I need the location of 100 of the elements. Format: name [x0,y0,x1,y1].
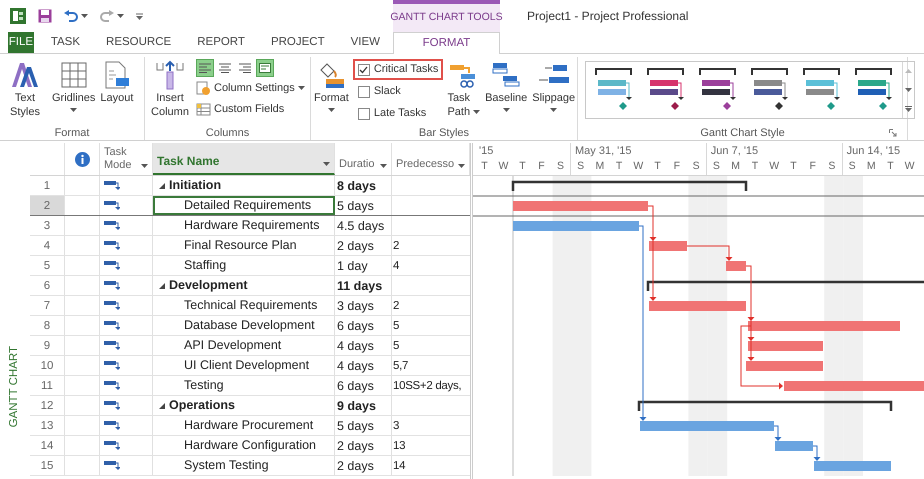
row-number[interactable]: 1 [30,176,65,195]
ribbon-button[interactable]: Layout [99,57,134,119]
gantt-style-swatch[interactable] [699,67,737,113]
ribbon-tab[interactable]: FILE [8,32,34,53]
day-label: M [866,159,877,174]
gantt-style-swatch[interactable] [803,67,841,113]
summary-bar[interactable] [638,400,892,411]
day-label: M [594,159,606,174]
column-header[interactable]: Task Name [153,143,335,175]
task-name-cell[interactable]: Operations [153,396,335,415]
task-mode-icon [104,200,120,211]
day-label: T [518,159,527,174]
task-name-cell[interactable]: Development [153,276,335,295]
ribbon-button[interactable]: Task Path [446,57,482,124]
customize-toolbar-icon[interactable] [136,12,143,20]
task-mode-icon [104,440,120,451]
duration-cell: 2 days [335,436,392,455]
column-header[interactable]: Predecesso [392,143,470,175]
task-name-cell[interactable]: Staffing [153,256,335,275]
align-button[interactable] [196,59,214,77]
ribbon-button[interactable]: Gridlines [51,57,96,119]
summary-bar[interactable] [646,280,924,291]
gantt-style-swatch[interactable] [751,67,789,113]
expand-toggle-icon[interactable] [159,402,165,408]
app-logo-icon[interactable] [10,8,26,24]
row-number[interactable]: 15 [30,456,65,475]
row-number[interactable]: 9 [30,336,65,355]
gantt-style-swatch[interactable] [855,67,893,113]
day-label: F [537,159,546,174]
checkbox[interactable]: Critical Tasks [352,59,444,80]
task-mode-icon [104,300,120,311]
column-header[interactable]: Duratio [335,143,392,175]
ribbon-tab[interactable]: VIEW [338,32,393,53]
ribbon-tab[interactable]: RESOURCE [93,32,184,53]
row-number[interactable]: 14 [30,436,65,455]
undo-icon[interactable] [64,10,78,22]
expand-toggle-icon[interactable] [159,282,165,288]
task-name-cell[interactable]: Hardware Procurement [153,416,335,435]
row-number[interactable]: 6 [30,276,65,295]
check-icon [359,66,368,74]
ribbon-tab[interactable]: TASK [38,32,94,53]
checkbox[interactable]: Slack [352,81,444,102]
text-styles-icon [10,61,40,89]
predecessors-cell-text: 5,7 [392,358,408,374]
task-name-cell[interactable]: Hardware Requirements [153,216,335,235]
duration-cell: 2 days [335,456,392,475]
day-label: W [904,159,916,174]
duration-cell: 4 days [335,336,392,355]
row-number[interactable]: 11 [30,376,65,395]
ribbon-tab[interactable]: REPORT [184,32,258,53]
ribbon-button[interactable]: Slippage [531,57,576,124]
day-label: T [614,159,624,174]
row-number[interactable]: 13 [30,416,65,435]
task-name-cell[interactable]: Testing [153,376,335,395]
row-number[interactable]: 8 [30,316,65,335]
wrap-text-button[interactable] [256,59,274,77]
gantt-style-swatch[interactable] [647,67,685,113]
day-label: W [632,159,644,174]
save-icon[interactable] [38,9,52,23]
row-number[interactable]: 12 [30,396,65,415]
task-name-cell[interactable]: Initiation [153,176,335,195]
task-name-cell[interactable]: Database Development [153,316,335,335]
dialog-launcher-icon[interactable] [889,129,897,137]
row-number[interactable]: 5 [30,256,65,275]
task-name-cell[interactable]: Detailed Requirements [153,196,335,215]
task-name-cell[interactable]: API Development [153,336,335,355]
caret-icon [70,108,78,112]
row-number[interactable]: 7 [30,296,65,315]
row-number[interactable]: 2 [30,196,65,215]
task-name-cell[interactable]: System Testing [153,456,335,475]
ribbon-button[interactable]: Column Settings [196,78,305,98]
task-mode-icon [104,220,120,231]
align-icon [219,63,231,73]
duration-cell: 11 days [335,276,392,295]
row-number[interactable]: 3 [30,216,65,235]
gantt-style-swatch[interactable] [595,67,633,113]
duration-cell: 3 days [335,296,392,315]
task-name-cell[interactable]: Technical Requirements [153,296,335,315]
ribbon-button[interactable]: Baseline [484,57,528,124]
duration-cell: 6 days [335,316,392,335]
info-icon [74,152,90,166]
task-name-cell[interactable]: Final Resource Plan [153,236,335,255]
summary-bar[interactable] [512,180,748,191]
week-label: May 31, '15 [574,144,633,159]
ribbon-button[interactable]: Text Styles [2,57,48,119]
ribbon-tab[interactable]: FORMAT [393,32,500,54]
ribbon-button[interactable]: Format [313,57,350,124]
view-label: GANTT CHART [7,346,22,427]
ribbon-button[interactable]: Insert Column [147,57,193,119]
checkbox[interactable]: Late Tasks [352,103,444,124]
task-name-cell[interactable]: Hardware Configuration [153,436,335,455]
row-number[interactable]: 4 [30,236,65,255]
expand-toggle-icon[interactable] [159,182,165,188]
task-name-cell[interactable]: UI Client Development [153,356,335,375]
predecessors-cell-text: 3 [392,418,400,434]
ribbon-button[interactable]: Custom Fields [196,99,305,119]
task-mode-icon [104,420,120,431]
row-number[interactable]: 10 [30,356,65,375]
day-label: F [808,159,817,174]
ribbon-tab[interactable]: PROJECT [258,32,338,53]
